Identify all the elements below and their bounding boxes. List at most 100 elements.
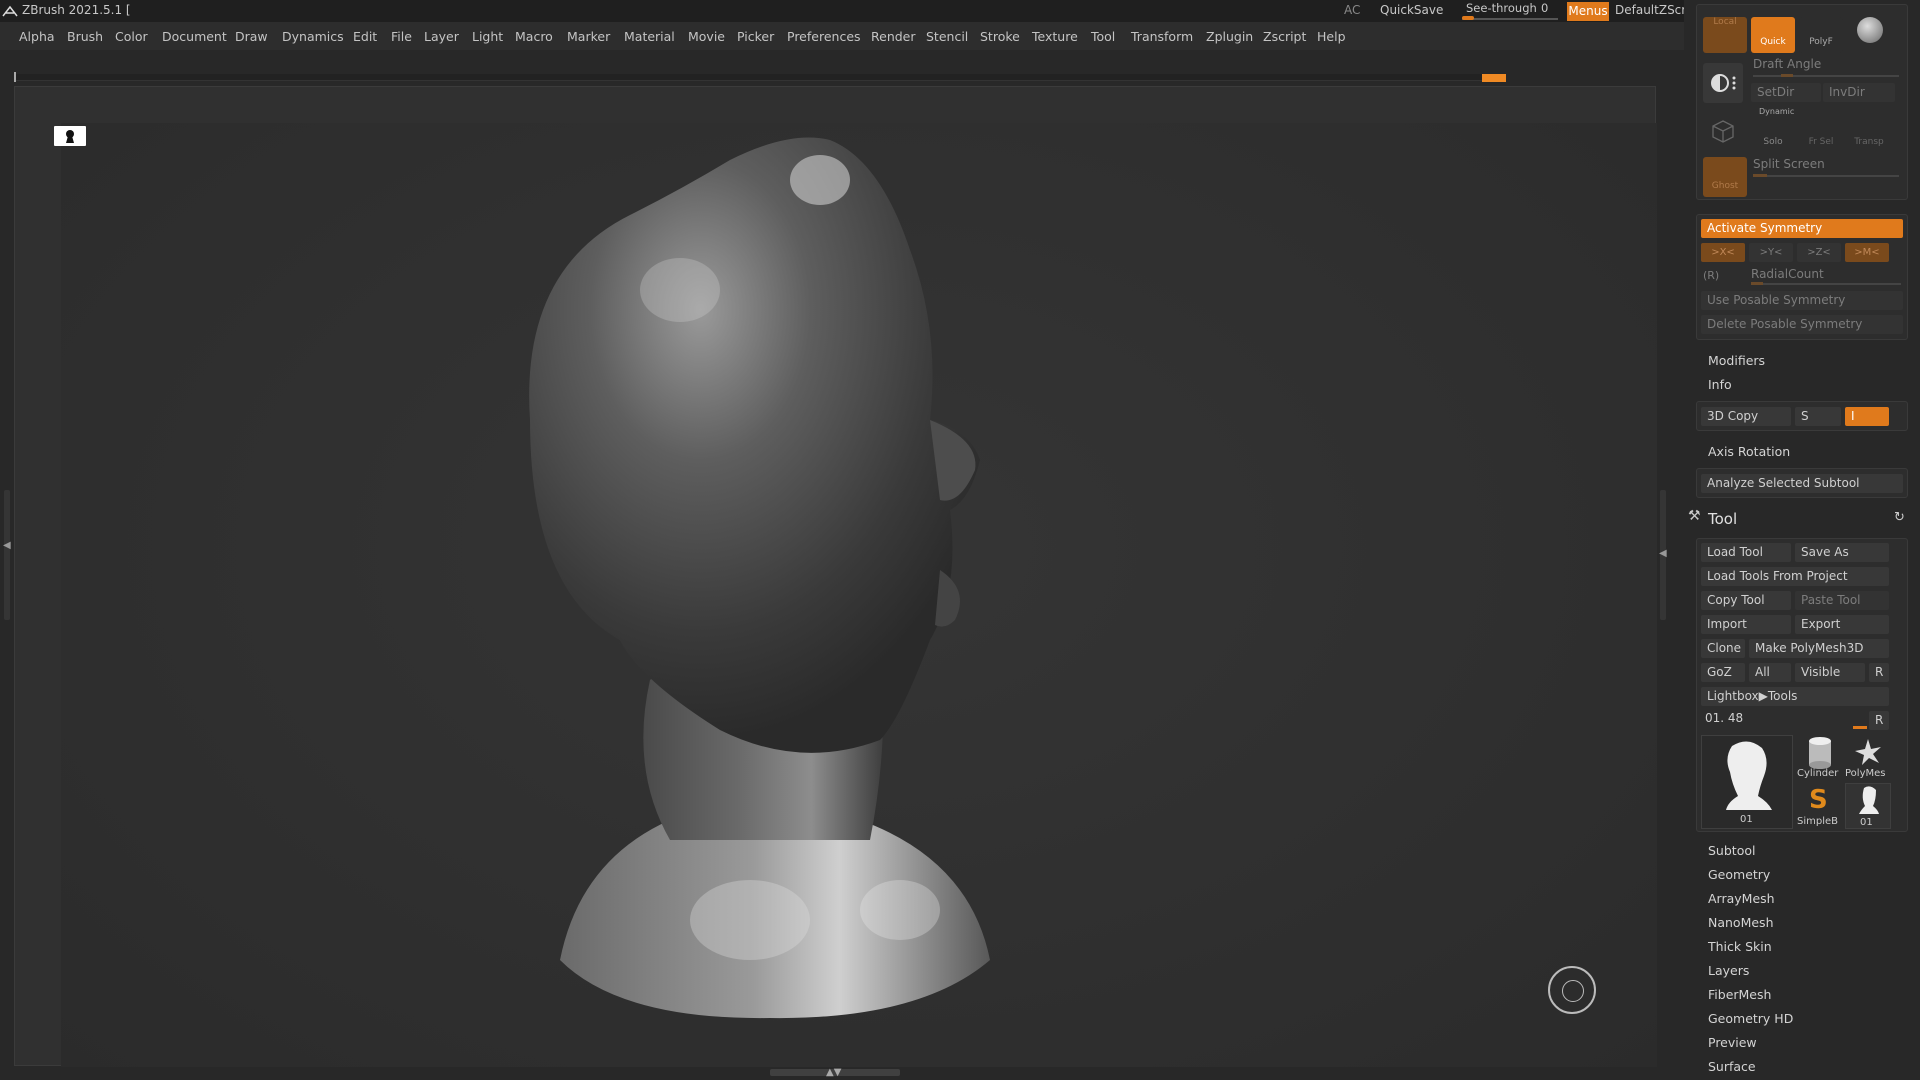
delete-posable-symmetry-button[interactable]: Delete Posable Symmetry: [1701, 315, 1903, 334]
material-sphere-icon[interactable]: [1857, 17, 1883, 43]
copy3d-i-input[interactable]: I: [1845, 407, 1889, 426]
split-screen-knob[interactable]: [1753, 174, 1767, 177]
menu-texture[interactable]: Texture: [1032, 29, 1078, 44]
menu-movie[interactable]: Movie: [688, 29, 725, 44]
ghost-button[interactable]: Ghost: [1703, 157, 1747, 197]
seethrough-slider-knob[interactable]: [1462, 16, 1474, 20]
menu-alpha[interactable]: Alpha: [19, 29, 55, 44]
menu-material[interactable]: Material: [624, 29, 675, 44]
menu-tool[interactable]: Tool: [1091, 29, 1115, 44]
menu-stencil[interactable]: Stencil: [926, 29, 968, 44]
subtool-section[interactable]: Subtool: [1708, 843, 1755, 858]
copy-tool-button[interactable]: Copy Tool: [1701, 591, 1791, 610]
menu-zplugin[interactable]: Zplugin: [1206, 29, 1253, 44]
menu-dynamics[interactable]: Dynamics: [282, 29, 344, 44]
timeline-track[interactable]: [14, 74, 1506, 81]
menu-zscript[interactable]: Zscript: [1263, 29, 1306, 44]
solo-button[interactable]: Solo: [1751, 117, 1795, 153]
menu-file[interactable]: File: [391, 29, 412, 44]
quick-render-button[interactable]: Quick: [1751, 17, 1795, 53]
sym-z-button[interactable]: >Z<: [1797, 243, 1841, 262]
save-as-button[interactable]: Save As: [1795, 543, 1889, 562]
sym-radial-r-button[interactable]: (R): [1703, 269, 1719, 282]
menu-preferences[interactable]: Preferences: [787, 29, 861, 44]
menu-stroke[interactable]: Stroke: [980, 29, 1020, 44]
tool-count-slider-knob[interactable]: [1853, 726, 1867, 729]
current-tool-thumbnail[interactable]: 01: [1701, 735, 1793, 829]
load-tool-button[interactable]: Load Tool: [1701, 543, 1791, 562]
axis-rotation-section[interactable]: Axis Rotation: [1708, 444, 1790, 459]
tool-reset-icon[interactable]: ↻: [1894, 510, 1905, 525]
seethrough-slider[interactable]: [1462, 18, 1558, 20]
goz-all-button[interactable]: All: [1749, 663, 1791, 682]
polyframe-button[interactable]: PolyF: [1799, 17, 1843, 53]
invdir-button[interactable]: InvDir: [1823, 83, 1895, 102]
radialcount-knob[interactable]: [1751, 282, 1763, 285]
surface-section[interactable]: Surface: [1708, 1059, 1756, 1074]
paste-tool-button[interactable]: Paste Tool: [1795, 591, 1889, 610]
menu-color[interactable]: Color: [115, 29, 148, 44]
menu-picker[interactable]: Picker: [737, 29, 774, 44]
draft-angle-knob[interactable]: [1781, 74, 1793, 77]
menu-marker[interactable]: Marker: [567, 29, 610, 44]
goz-r-button[interactable]: R: [1869, 663, 1889, 682]
preview-section[interactable]: Preview: [1708, 1035, 1757, 1050]
fibermesh-section[interactable]: FiberMesh: [1708, 987, 1771, 1002]
navigation-gizmo[interactable]: [1548, 966, 1596, 1014]
menu-macro[interactable]: Macro: [515, 29, 553, 44]
menu-draw[interactable]: Draw: [235, 29, 268, 44]
lightbox-tools-button[interactable]: Lightbox▶Tools: [1701, 687, 1889, 706]
tool-thumb-simplebrush[interactable]: S SimpleB: [1797, 783, 1843, 829]
floor-grid-button[interactable]: [1703, 111, 1743, 151]
menus-toggle-button[interactable]: Menus: [1567, 2, 1609, 21]
copy3d-button[interactable]: 3D Copy: [1701, 407, 1791, 426]
export-button[interactable]: Export: [1795, 615, 1889, 634]
sym-y-button[interactable]: >Y<: [1749, 243, 1793, 262]
tool-thumb-polymesh[interactable]: PolyMes: [1845, 735, 1891, 781]
analyze-subtool-button[interactable]: Analyze Selected Subtool: [1701, 474, 1903, 493]
modifiers-section[interactable]: Modifiers: [1708, 353, 1765, 368]
tool-palette-title[interactable]: Tool: [1708, 510, 1737, 528]
nanomesh-section[interactable]: NanoMesh: [1708, 915, 1774, 930]
arraymesh-section[interactable]: ArrayMesh: [1708, 891, 1775, 906]
layers-section[interactable]: Layers: [1708, 963, 1749, 978]
menu-render[interactable]: Render: [871, 29, 916, 44]
sym-x-button[interactable]: >X<: [1701, 243, 1745, 262]
info-section[interactable]: Info: [1708, 377, 1732, 392]
menu-help[interactable]: Help: [1317, 29, 1346, 44]
frame-selection-button[interactable]: Fr Sel: [1799, 117, 1843, 153]
copy3d-s-button[interactable]: S: [1795, 407, 1841, 426]
radialcount-slider[interactable]: [1751, 283, 1901, 285]
local-symmetry-button[interactable]: Local: [1703, 17, 1747, 53]
quicksave-button[interactable]: QuickSave: [1380, 3, 1443, 17]
clone-button[interactable]: Clone: [1701, 639, 1745, 658]
tool-thumb-cylinder[interactable]: Cylinder: [1797, 735, 1843, 781]
menu-document[interactable]: Document: [162, 29, 227, 44]
goz-visible-button[interactable]: Visible: [1795, 663, 1865, 682]
floor-keyhole-icon[interactable]: [54, 126, 86, 146]
thick-skin-section[interactable]: Thick Skin: [1708, 939, 1772, 954]
geometry-hd-section[interactable]: Geometry HD: [1708, 1011, 1793, 1026]
menu-transform[interactable]: Transform: [1131, 29, 1193, 44]
left-tray-handle[interactable]: [4, 490, 10, 620]
left-tray-arrow-icon[interactable]: ◀: [3, 540, 11, 551]
draft-angle-slider[interactable]: [1753, 75, 1899, 77]
timeline-marker[interactable]: [1482, 74, 1506, 82]
tool-thumb-01[interactable]: 01: [1845, 783, 1891, 829]
right-tray-arrow-icon[interactable]: ◀: [1659, 548, 1667, 559]
menu-light[interactable]: Light: [472, 29, 503, 44]
dynamic-persp-button[interactable]: [1703, 63, 1743, 103]
activate-symmetry-button[interactable]: Activate Symmetry: [1701, 219, 1903, 238]
menu-brush[interactable]: Brush: [67, 29, 103, 44]
ac-label[interactable]: AC: [1344, 3, 1360, 17]
sculpt-head-mesh[interactable]: [500, 120, 1120, 1040]
goz-button[interactable]: GoZ: [1701, 663, 1745, 682]
geometry-section[interactable]: Geometry: [1708, 867, 1770, 882]
import-button[interactable]: Import: [1701, 615, 1791, 634]
bottom-tray-arrow-icon[interactable]: ▲▼: [826, 1067, 841, 1078]
load-tools-from-project-button[interactable]: Load Tools From Project: [1701, 567, 1889, 586]
sym-m-button[interactable]: >M<: [1845, 243, 1889, 262]
menu-layer[interactable]: Layer: [424, 29, 459, 44]
menu-edit[interactable]: Edit: [353, 29, 377, 44]
make-polymesh3d-button[interactable]: Make PolyMesh3D: [1749, 639, 1889, 658]
